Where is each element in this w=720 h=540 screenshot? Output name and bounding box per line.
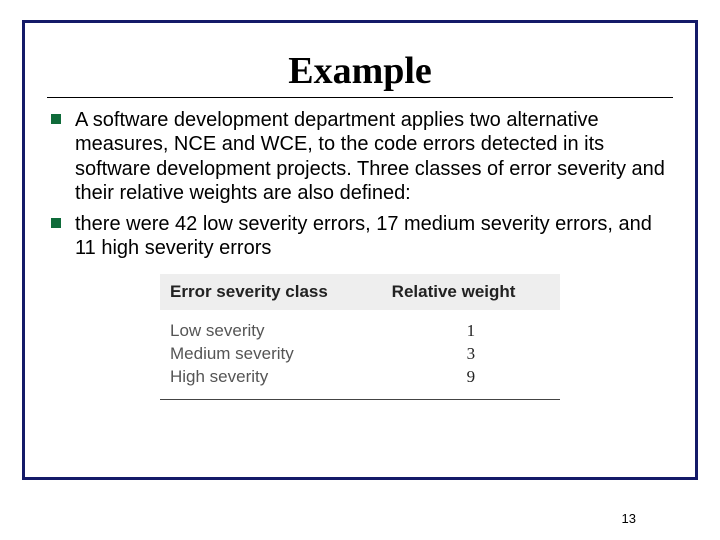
weights-table: Error severity class Relative weight Low… [160,274,560,400]
slide-container: Example A software development departmen… [0,0,720,540]
table-row: High severity 9 [170,366,550,389]
title-underline [47,97,673,98]
slide-frame: Example A software development departmen… [22,20,698,480]
table-cell-label: High severity [170,366,392,389]
square-bullet-icon [51,114,61,124]
bullet-item: there were 42 low severity errors, 17 me… [49,212,669,261]
slide-title: Example [47,41,673,97]
table-cell-label: Medium severity [170,343,392,366]
table-cell-weight: 3 [392,343,550,366]
table-header-cell: Error severity class [170,282,392,302]
table-cell-weight: 9 [392,366,550,389]
table-header-cell: Relative weight [392,282,550,302]
table-cell-weight: 1 [392,320,550,343]
bullet-item: A software development department applie… [49,108,669,206]
bullet-list: A software development department applie… [49,108,673,260]
square-bullet-icon [51,218,61,228]
bullet-text: A software development department applie… [75,109,665,204]
page-number: 13 [622,511,636,526]
table-row: Low severity 1 [170,320,550,343]
table-cell-label: Low severity [170,320,392,343]
title-block: Example [47,41,673,98]
table-header-row: Error severity class Relative weight [160,274,560,310]
bullet-text: there were 42 low severity errors, 17 me… [75,213,652,259]
table-body: Low severity 1 Medium severity 3 High se… [160,312,560,400]
table-row: Medium severity 3 [170,343,550,366]
